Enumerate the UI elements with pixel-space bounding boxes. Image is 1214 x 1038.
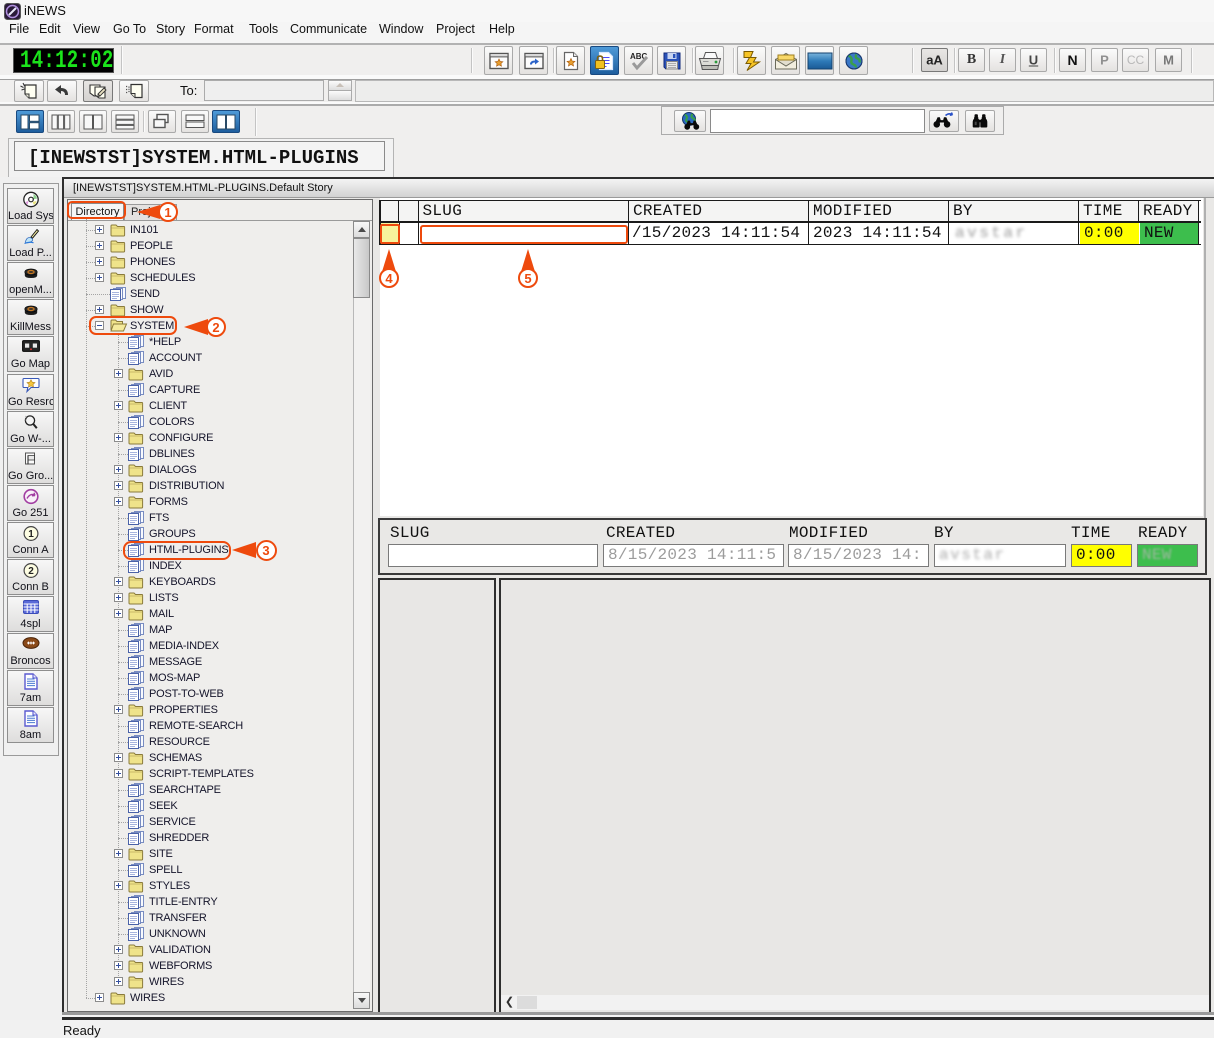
svg-text:2: 2 [28,566,34,577]
svg-text:1: 1 [28,529,34,540]
